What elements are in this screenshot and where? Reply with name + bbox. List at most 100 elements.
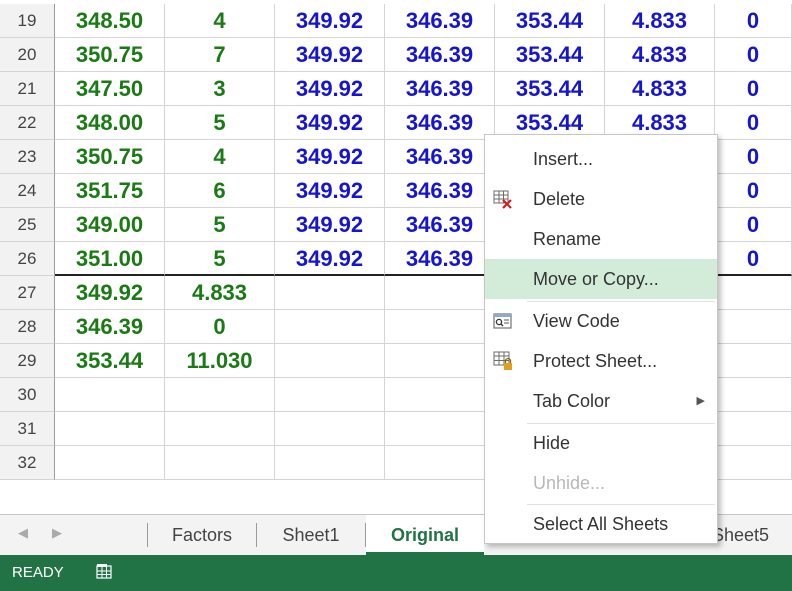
table-cell[interactable]: 346.39 (385, 106, 495, 140)
tab-original[interactable]: Original (366, 515, 484, 555)
table-cell[interactable]: 349.92 (55, 276, 165, 310)
table-cell[interactable] (715, 310, 792, 344)
table-cell[interactable]: 353.44 (495, 4, 605, 38)
table-cell[interactable]: 346.39 (55, 310, 165, 344)
table-cell[interactable]: 349.92 (275, 140, 385, 174)
tab-scroll-left-icon[interactable]: ◀ (18, 525, 28, 541)
table-cell[interactable] (55, 378, 165, 412)
table-cell[interactable] (715, 344, 792, 378)
table-cell[interactable]: 349.92 (275, 242, 385, 276)
menu-item-delete[interactable]: Delete (485, 179, 717, 219)
table-cell[interactable]: 349.92 (275, 72, 385, 106)
menu-item-insert[interactable]: Insert... (485, 139, 717, 179)
menu-item-select-all-sheets[interactable]: Select All Sheets (485, 504, 717, 544)
table-cell[interactable]: 5 (165, 106, 275, 140)
table-cell[interactable]: 0 (715, 106, 792, 140)
table-cell[interactable]: 0 (715, 38, 792, 72)
menu-item-hide[interactable]: Hide (485, 423, 717, 463)
table-cell[interactable]: 349.92 (275, 106, 385, 140)
tab-factors[interactable]: Factors (148, 515, 256, 555)
table-cell[interactable]: 0 (715, 242, 792, 276)
table-cell[interactable]: 5 (165, 242, 275, 276)
row-header[interactable]: 19 (0, 4, 55, 38)
table-cell[interactable]: 346.39 (385, 208, 495, 242)
row-header[interactable]: 25 (0, 208, 55, 242)
table-cell[interactable] (165, 446, 275, 480)
table-cell[interactable]: 5 (165, 208, 275, 242)
table-cell[interactable]: 349.92 (275, 38, 385, 72)
table-cell[interactable]: 353.44 (495, 38, 605, 72)
table-cell[interactable] (385, 310, 495, 344)
table-cell[interactable] (385, 412, 495, 446)
table-cell[interactable]: 4.833 (605, 38, 715, 72)
tab-scroll-right-icon[interactable]: ▶ (52, 525, 62, 541)
table-cell[interactable] (385, 276, 495, 310)
table-cell[interactable]: 346.39 (385, 242, 495, 276)
table-cell[interactable]: 353.44 (495, 72, 605, 106)
row-header[interactable]: 30 (0, 378, 55, 412)
table-cell[interactable]: 4 (165, 140, 275, 174)
table-cell[interactable] (385, 446, 495, 480)
row-header[interactable]: 27 (0, 276, 55, 310)
table-cell[interactable]: 350.75 (55, 140, 165, 174)
table-cell[interactable] (715, 446, 792, 480)
row-header[interactable]: 24 (0, 174, 55, 208)
table-cell[interactable] (385, 378, 495, 412)
table-cell[interactable]: 4.833 (605, 4, 715, 38)
table-cell[interactable]: 351.75 (55, 174, 165, 208)
table-cell[interactable]: 353.44 (55, 344, 165, 378)
menu-item-tab-color[interactable]: Tab Color ▶ (485, 381, 717, 421)
table-cell[interactable]: 348.00 (55, 106, 165, 140)
table-cell[interactable]: 348.50 (55, 4, 165, 38)
table-cell[interactable]: 4 (165, 4, 275, 38)
row-header[interactable]: 28 (0, 310, 55, 344)
row-header[interactable]: 31 (0, 412, 55, 446)
table-cell[interactable]: 346.39 (385, 140, 495, 174)
table-cell[interactable] (165, 378, 275, 412)
menu-item-rename[interactable]: Rename (485, 219, 717, 259)
row-header[interactable]: 22 (0, 106, 55, 140)
table-cell[interactable]: 0 (715, 4, 792, 38)
table-cell[interactable]: 0 (165, 310, 275, 344)
row-header[interactable]: 29 (0, 344, 55, 378)
table-cell[interactable]: 349.92 (275, 174, 385, 208)
table-cell[interactable]: 347.50 (55, 72, 165, 106)
table-cell[interactable]: 7 (165, 38, 275, 72)
table-cell[interactable]: 346.39 (385, 38, 495, 72)
tab-sheet5[interactable]: Sheet5 (712, 515, 792, 555)
table-cell[interactable] (715, 276, 792, 310)
row-header[interactable]: 21 (0, 72, 55, 106)
table-cell[interactable]: 0 (715, 72, 792, 106)
menu-item-move-or-copy[interactable]: Move or Copy... (485, 259, 717, 299)
table-cell[interactable]: 0 (715, 140, 792, 174)
menu-item-protect-sheet[interactable]: Protect Sheet... (485, 341, 717, 381)
table-cell[interactable]: 0 (715, 208, 792, 242)
table-cell[interactable] (275, 412, 385, 446)
macro-record-icon[interactable] (96, 563, 112, 579)
table-cell[interactable] (715, 378, 792, 412)
table-cell[interactable]: 0 (715, 174, 792, 208)
table-cell[interactable] (275, 378, 385, 412)
table-cell[interactable]: 3 (165, 72, 275, 106)
table-cell[interactable] (275, 310, 385, 344)
table-cell[interactable] (275, 276, 385, 310)
table-cell[interactable]: 4.833 (165, 276, 275, 310)
table-cell[interactable]: 346.39 (385, 4, 495, 38)
table-cell[interactable]: 351.00 (55, 242, 165, 276)
row-header[interactable]: 23 (0, 140, 55, 174)
table-cell[interactable]: 4.833 (605, 72, 715, 106)
table-cell[interactable]: 349.00 (55, 208, 165, 242)
table-cell[interactable]: 11.030 (165, 344, 275, 378)
table-cell[interactable] (55, 446, 165, 480)
menu-item-view-code[interactable]: View Code (485, 301, 717, 341)
row-header[interactable]: 26 (0, 242, 55, 276)
table-cell[interactable]: 349.92 (275, 208, 385, 242)
table-cell[interactable]: 346.39 (385, 72, 495, 106)
row-header[interactable]: 32 (0, 446, 55, 480)
table-cell[interactable]: 349.92 (275, 4, 385, 38)
table-cell[interactable] (55, 412, 165, 446)
table-cell[interactable]: 346.39 (385, 174, 495, 208)
table-cell[interactable] (275, 344, 385, 378)
table-cell[interactable] (715, 412, 792, 446)
row-header[interactable]: 20 (0, 38, 55, 72)
